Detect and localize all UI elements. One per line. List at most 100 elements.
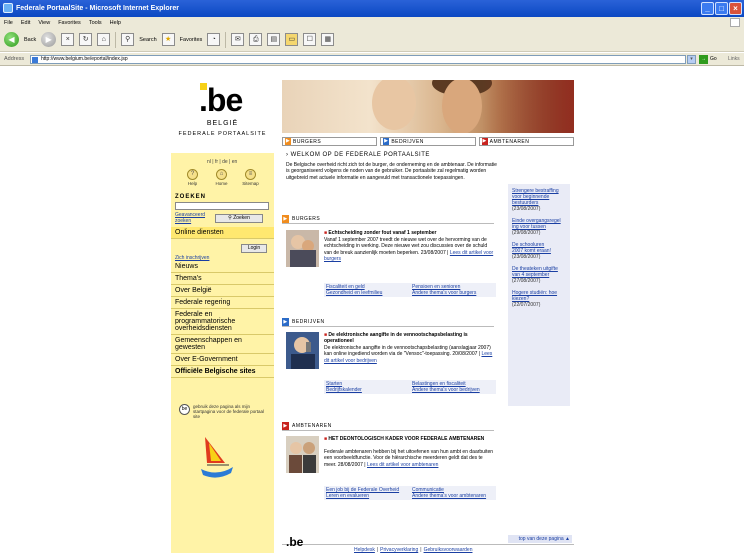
home-icon[interactable]: ⌂ <box>97 33 111 46</box>
tab-label: AMBTENAREN <box>489 138 530 145</box>
welcome-text: De Belgische overheid richt zich tot de … <box>286 162 497 181</box>
topic-link[interactable]: Andere thema's voor bedrijven <box>412 387 494 393</box>
minimize-button[interactable]: _ <box>701 2 714 15</box>
forward-arrow-icon[interactable]: ▶ <box>41 32 57 47</box>
menu-tools[interactable]: Tools <box>89 20 102 26</box>
page-icon <box>32 57 38 63</box>
arrow-right-icon: ▶ <box>282 215 289 223</box>
news-photo-companies <box>286 332 319 369</box>
page-viewport: .be BELGIË FEDERALE PORTAALSITE nl | fr … <box>0 67 744 558</box>
nav-item-themes[interactable]: Thema's <box>171 273 274 285</box>
news-item[interactable]: Einde overgangsregel ing voor tussen (29… <box>512 218 566 236</box>
login-button[interactable]: Login <box>241 244 267 253</box>
news-body-text: De elektronische aangifte in de vennoots… <box>324 345 491 358</box>
nav-item-about-belgium[interactable]: Over België <box>171 285 274 297</box>
set-homepage-text: gebruik deze pagina als mijn startpagina… <box>193 404 265 419</box>
research-icon[interactable]: ▦ <box>321 33 335 46</box>
news-item-date: (29/08/2007) <box>512 230 541 236</box>
sitemap-link[interactable]: ≡ Sitemap <box>242 169 259 186</box>
nav-item-egovernment[interactable]: Over E-Government <box>171 354 274 366</box>
footer-link-privacy[interactable]: Privacyverklaring <box>380 547 418 553</box>
back-to-top-text: top van deze pagina <box>518 536 564 542</box>
footer-link-terms[interactable]: Gebruiksvoorwaarden <box>424 547 473 553</box>
home-link[interactable]: ⌂ Home <box>214 169 229 186</box>
tab-companies[interactable]: ▶ BEDRIJVEN <box>380 137 476 146</box>
topic-link[interactable]: Andere thema's voor ambtenaren <box>412 493 494 499</box>
edit-icon[interactable]: ▤ <box>267 33 281 46</box>
advanced-search-link[interactable]: Geavanceerd zoeken <box>175 212 210 224</box>
print-icon[interactable]: ⎙ <box>249 33 263 46</box>
menu-help[interactable]: Help <box>110 20 121 26</box>
maximize-button[interactable]: □ <box>715 2 728 15</box>
back-to-top-link[interactable]: top van deze pagina ▲ <box>508 535 572 543</box>
nav-item-federal-services[interactable]: Federale en programmatorische overheidsd… <box>171 309 274 335</box>
go-button[interactable]: Go <box>710 56 717 62</box>
nav-item-federal-government[interactable]: Federale regering <box>171 297 274 309</box>
headline-text: De elektronische aangifte in de vennoots… <box>324 332 468 344</box>
news-item-title[interactable]: De theateken uitgifte van 4 september <box>512 266 566 278</box>
tab-civil-servants[interactable]: ▶ AMBTENAREN <box>478 137 574 146</box>
history-icon[interactable]: ◔ <box>207 33 221 46</box>
address-input[interactable]: http://www.belgium.be/eportal/index.jsp <box>30 55 686 64</box>
menu-view[interactable]: View <box>38 20 50 26</box>
nav-online-services[interactable]: Online diensten <box>171 227 274 239</box>
section-citizens-head: ▶ BURGERS <box>282 215 494 224</box>
news-item-title[interactable]: Einde overgangsregel ing voor tussen <box>512 218 566 230</box>
news-headline[interactable]: ■ Echtscheiding zonder fout vanaf 1 sept… <box>324 230 496 236</box>
stop-icon[interactable]: × <box>61 33 75 46</box>
back-arrow-icon[interactable]: ◀ <box>4 32 19 47</box>
nav-item-news[interactable]: Nieuws <box>171 261 274 273</box>
banner-overlay <box>482 80 574 133</box>
be-badge-icon: be <box>179 404 190 415</box>
menu-edit[interactable]: Edit <box>21 20 30 26</box>
topic-link[interactable]: Andere thema's voor burgers <box>412 290 494 296</box>
close-button[interactable]: × <box>729 2 742 15</box>
search-input[interactable] <box>175 202 269 210</box>
news-item-title[interactable]: Hogere studiën: hoe kiezen? <box>512 290 566 302</box>
language-selector[interactable]: nl | fr | de | en <box>207 159 237 165</box>
nav-item-official-sites[interactable]: Officiële Belgische sites <box>171 366 274 378</box>
news-item[interactable]: Hogere studiën: hoe kiezen? (22/07/2007) <box>512 290 566 308</box>
window-controls: _ □ × <box>701 2 742 15</box>
section-title: BURGERS <box>292 216 321 222</box>
tab-label: BEDRIJVEN <box>391 138 424 145</box>
search-title: ZOEKEN <box>175 194 207 200</box>
menu-favorites[interactable]: Favorites <box>58 20 81 26</box>
news-item-title[interactable]: Strengere bestraffing voor beginnende be… <box>512 188 566 206</box>
news-sidebar: Strengere bestraffing voor beginnende be… <box>508 184 570 406</box>
links-button[interactable]: Links <box>728 56 740 62</box>
star-icon[interactable]: ★ <box>161 33 175 46</box>
home-icon: ⌂ <box>216 169 227 180</box>
menu-file[interactable]: File <box>4 20 13 26</box>
read-more-link[interactable]: Lees dit artikel voor ambtenaren <box>367 462 438 468</box>
help-link[interactable]: ? Help <box>185 169 200 186</box>
news-headline[interactable]: ■ De elektronische aangifte in de vennoo… <box>324 332 496 344</box>
set-homepage-link[interactable]: be gebruik deze pagina als mijn startpag… <box>179 404 269 419</box>
arrow-right-icon: ▶ <box>282 422 289 430</box>
chevron-down-icon[interactable]: ▾ <box>687 55 696 64</box>
logo[interactable]: .be BELGIË FEDERALE PORTAALSITE <box>171 80 274 153</box>
banner-person <box>442 80 482 133</box>
search-button[interactable]: Search <box>139 37 156 43</box>
topic-link[interactable]: Gezondheid en leefmilieu <box>326 290 408 296</box>
topic-link[interactable]: Leren en evalueren <box>326 493 408 499</box>
folder-icon[interactable]: ▭ <box>285 33 299 46</box>
go-arrow-icon[interactable]: → <box>699 55 708 64</box>
search-button[interactable]: ⚲ Zoeken <box>215 214 263 223</box>
tab-citizens[interactable]: ▶ BURGERS <box>282 137 378 146</box>
favorites-button[interactable]: Favorites <box>180 37 203 43</box>
utility-icons: ? Help ⌂ Home ≡ Sitemap <box>185 169 259 186</box>
refresh-icon[interactable]: ↻ <box>79 33 93 46</box>
search-icon[interactable]: ⚲ <box>121 33 135 46</box>
footer-logo[interactable]: .be <box>286 535 303 549</box>
news-headline[interactable]: ■ HET DEONTOLOGISCH KADER VOOR FEDERALE … <box>324 436 496 442</box>
news-item[interactable]: De schooluren 2007 komt eraan! (23/08/20… <box>512 242 566 260</box>
footer-link-helpdesk[interactable]: Helpdesk <box>354 547 375 553</box>
back-button[interactable]: Back <box>24 37 36 43</box>
news-item[interactable]: De theateken uitgifte van 4 september (2… <box>512 266 566 284</box>
mail-icon[interactable]: ✉ <box>231 33 245 46</box>
messenger-icon[interactable]: ☐ <box>303 33 317 46</box>
topic-link[interactable]: Bedrijfskalender <box>326 387 408 393</box>
news-item[interactable]: Strengere bestraffing voor beginnende be… <box>512 188 566 212</box>
nav-item-communities[interactable]: Gemeenschappen en gewesten <box>171 335 274 354</box>
